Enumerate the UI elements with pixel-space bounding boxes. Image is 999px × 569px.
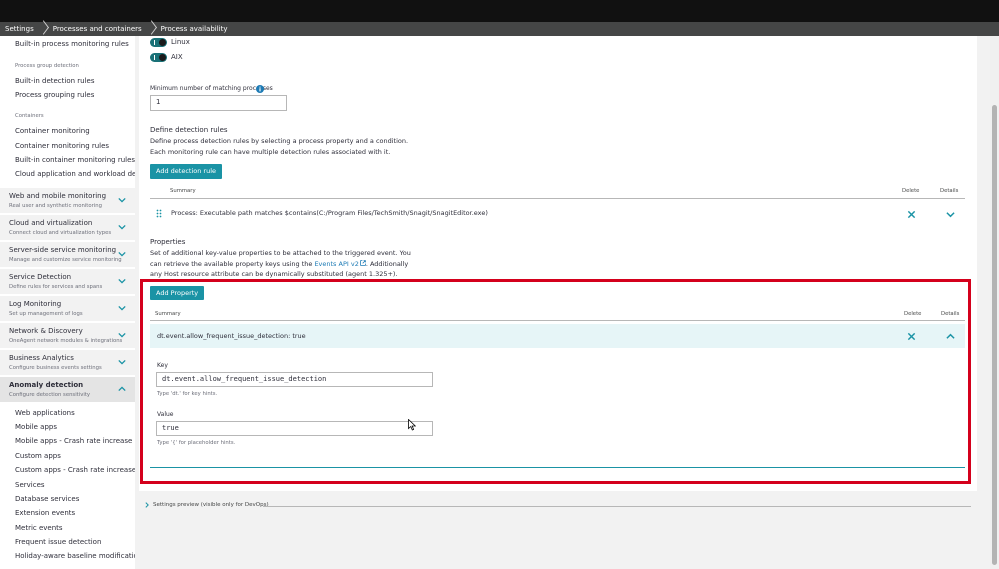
sidebar-group-process-group-detection: Process group detection (15, 63, 79, 69)
chevron-up-icon (118, 386, 126, 392)
chevron-down-icon (118, 197, 126, 203)
section-subtitle: Configure detection sensitivity (9, 392, 91, 398)
sidebar-item-cloud-app-workload-detection[interactable]: Cloud application and workload detec... (15, 170, 135, 178)
section-title: Service Detection (9, 273, 72, 281)
breadcrumb-separator-icon (148, 22, 156, 36)
sidebar-item-process-grouping-rules[interactable]: Process grouping rules (15, 91, 94, 99)
sidebar-section-log-monitoring[interactable]: Log Monitoring Set up management of logs (0, 296, 135, 322)
sidebar-group-containers: Containers (15, 113, 44, 119)
section-title: Server-side service monitoring (9, 246, 117, 254)
detection-rules-table-header: Summary Delete Details (150, 187, 965, 199)
breadcrumb: Settings Processes and containers Proces… (0, 22, 999, 36)
section-subtitle: Connect cloud and virtualization types (9, 230, 112, 236)
section-title: Anomaly detection (9, 381, 84, 389)
highlight-box (140, 279, 971, 484)
sidebar: Built-in process monitoring rules Proces… (0, 36, 135, 569)
sidebar-item-services[interactable]: Services (15, 481, 45, 489)
chevron-down-icon (118, 305, 126, 311)
events-api-link[interactable]: Events API v2 (314, 260, 358, 268)
section-subtitle: Set up management of logs (9, 311, 83, 317)
aix-toggle[interactable] (150, 53, 167, 62)
settings-preview-toggle[interactable]: Settings preview (visible only for DevOp… (153, 502, 269, 508)
aix-label: AIX (171, 53, 183, 61)
section-subtitle: OneAgent network modules & integrations (9, 338, 123, 344)
sidebar-item-frequent-issue-detection[interactable]: Frequent issue detection (15, 538, 101, 546)
info-icon[interactable] (256, 85, 264, 93)
section-title: Business Analytics (9, 354, 74, 362)
settings-preview-divider (263, 506, 971, 507)
section-subtitle: Manage and customize service monitoring (9, 257, 122, 263)
section-subtitle: Define rules for services and spans (9, 284, 103, 290)
properties-description: Set of additional key-value properties t… (150, 248, 415, 280)
chevron-down-icon (118, 224, 126, 230)
chevron-right-icon[interactable] (144, 502, 150, 508)
section-title: Web and mobile monitoring (9, 192, 107, 200)
section-title: Cloud and virtualization (9, 219, 93, 227)
section-title: Network & Discovery (9, 327, 83, 335)
detection-rule-row[interactable]: Process: Executable path matches $contai… (150, 201, 965, 225)
properties-title: Properties (150, 238, 186, 246)
breadcrumb-processes-containers[interactable]: Processes and containers (48, 22, 148, 36)
chevron-down-icon (118, 278, 126, 284)
sidebar-item-container-monitoring[interactable]: Container monitoring (15, 127, 90, 135)
chevron-down-icon[interactable] (946, 210, 955, 219)
col-details: Details (940, 188, 959, 194)
sidebar-section-anomaly-detection[interactable]: Anomaly detection Configure detection se… (0, 377, 135, 403)
section-subtitle: Configure business events settings (9, 365, 102, 371)
chevron-down-icon (118, 359, 126, 365)
sidebar-item-container-monitoring-rules[interactable]: Container monitoring rules (15, 142, 109, 150)
sidebar-item-extension-events[interactable]: Extension events (15, 509, 75, 517)
detection-rules-title: Define detection rules (150, 126, 228, 134)
sidebar-item-database-services[interactable]: Database services (15, 495, 79, 503)
col-delete: Delete (902, 188, 920, 194)
sidebar-item-mobile-apps-crash[interactable]: Mobile apps - Crash rate increase (15, 437, 132, 445)
col-summary: Summary (170, 188, 196, 194)
sidebar-item-mobile-apps[interactable]: Mobile apps (15, 423, 57, 431)
linux-toggle[interactable] (150, 38, 167, 47)
sidebar-item-builtin-detection-rules[interactable]: Built-in detection rules (15, 77, 95, 85)
scrollbar-thumb[interactable] (992, 105, 997, 565)
min-matching-input[interactable]: 1 (150, 95, 287, 111)
delete-icon[interactable] (907, 210, 916, 219)
sidebar-item-custom-apps-crash[interactable]: Custom apps - Crash rate increase (15, 466, 135, 474)
chevron-down-icon (118, 251, 126, 257)
sidebar-section-network-discovery[interactable]: Network & Discovery OneAgent network mod… (0, 323, 135, 349)
detection-rules-description: Define process detection rules by select… (150, 137, 409, 156)
sidebar-item-builtin-process-monitoring[interactable]: Built-in process monitoring rules (15, 40, 129, 48)
sidebar-section-web-mobile[interactable]: Web and mobile monitoring Real user and … (0, 188, 135, 214)
sidebar-section-business-analytics[interactable]: Business Analytics Configure business ev… (0, 350, 135, 376)
detection-rule-summary: Process: Executable path matches $contai… (171, 209, 488, 217)
add-detection-rule-button[interactable]: Add detection rule (150, 164, 223, 179)
section-subtitle: Real user and synthetic monitoring (9, 203, 102, 209)
sidebar-item-builtin-container-monitoring-rules[interactable]: Built-in container monitoring rules (15, 156, 135, 164)
min-matching-label: Minimum number of matching processes (150, 85, 273, 92)
chevron-down-icon (118, 332, 126, 338)
sidebar-item-holiday-aware-baseline[interactable]: Holiday-aware baseline modification (15, 552, 135, 560)
sidebar-item-metric-events[interactable]: Metric events (15, 524, 63, 532)
drag-handle-icon[interactable] (156, 209, 162, 218)
breadcrumb-settings[interactable]: Settings (0, 22, 40, 36)
sidebar-item-web-applications[interactable]: Web applications (15, 409, 75, 417)
linux-label: Linux (171, 38, 190, 46)
breadcrumb-process-availability[interactable]: Process availability (156, 22, 234, 36)
sidebar-item-custom-apps[interactable]: Custom apps (15, 452, 61, 460)
section-title: Log Monitoring (9, 300, 62, 308)
top-bar (0, 0, 999, 22)
breadcrumb-separator-icon (40, 22, 48, 36)
sidebar-section-cloud-virtualization[interactable]: Cloud and virtualization Connect cloud a… (0, 215, 135, 241)
sidebar-section-server-side[interactable]: Server-side service monitoring Manage an… (0, 242, 135, 268)
sidebar-section-service-detection[interactable]: Service Detection Define rules for servi… (0, 269, 135, 295)
